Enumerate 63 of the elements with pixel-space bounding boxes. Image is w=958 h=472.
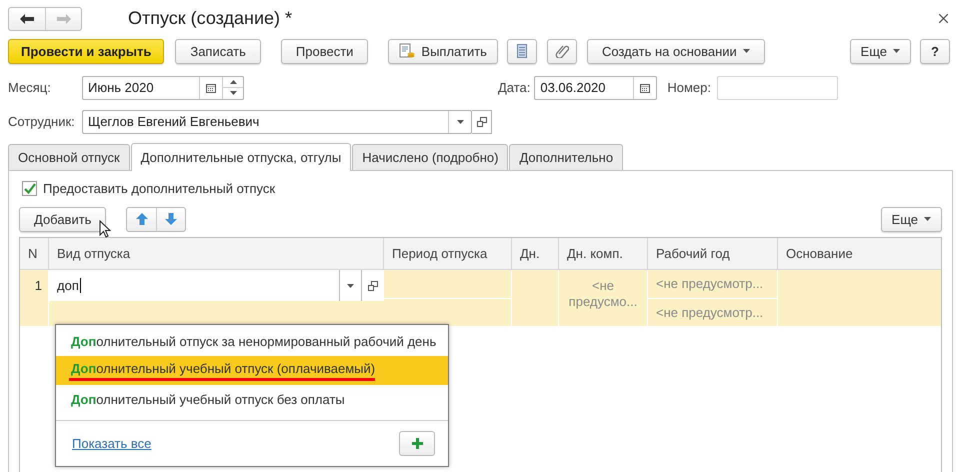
down-caret-icon [924,217,931,221]
down-caret-icon [893,49,900,53]
month-field[interactable]: Июнь 2020 [82,76,244,100]
check-icon [24,182,36,194]
attach-button[interactable] [546,38,577,64]
show-all-link[interactable]: Показать все [72,436,152,451]
tab[interactable]: Начислено (подробно) [352,144,508,170]
down-caret-icon [230,91,236,96]
column-header[interactable]: Рабочий год [648,238,778,269]
down-caret-icon [347,284,354,288]
column-header[interactable]: Дн. [512,238,559,269]
toolbar-button[interactable]: Провести [280,38,368,64]
report-button[interactable] [506,38,537,64]
table-cell: <не предусмотр... [656,276,764,292]
calendar-icon [640,82,650,92]
document-coins-icon [399,43,416,59]
calendar-icon [206,82,216,92]
help-button[interactable]: ? [920,38,950,64]
field-label: Номер: [667,80,711,95]
column-header[interactable]: Дн. комп. [559,238,648,269]
create-based-on-button[interactable]: Создать на основании [586,38,765,64]
table-cell-text: <не предусмо... [568,278,638,310]
field-label: Месяц: [8,80,52,95]
tab[interactable]: Дополнительные отпуска, отгулы [130,143,352,171]
more-button[interactable]: Еще [850,38,911,64]
down-caret-icon [742,49,750,53]
tab[interactable]: Основной отпуск [8,144,130,170]
pay-button[interactable]: Выплатить [388,38,498,64]
up-caret-icon [230,80,236,84]
add-new-button[interactable] [399,431,435,456]
more-button[interactable]: Еще [880,206,942,232]
window-title: Отпуск (создание) * [128,8,292,29]
right-arrow-icon [56,14,70,24]
number-field[interactable] [717,76,838,100]
suggestion-item[interactable]: Дополнительный учебный отпуск (оплачиваемый) [56,356,448,385]
field-label: Сотрудник: [8,114,76,129]
left-arrow-icon [20,14,34,24]
table-cell: <не предусмотр... [656,304,764,320]
checkbox[interactable] [22,180,37,196]
open-window-icon[interactable] [368,280,378,290]
down-caret-icon [456,120,464,124]
open-window-icon[interactable] [476,116,486,126]
list-icon [516,44,527,58]
checkbox-label: Предоставить дополнительный отпуск [43,180,276,196]
paperclip-icon [554,44,569,58]
column-header[interactable]: Основание [778,238,941,269]
add-button[interactable]: Добавить [19,206,106,232]
close-icon[interactable] [939,14,948,23]
field-label: Дата: [498,80,530,95]
column-header[interactable]: N [20,238,49,269]
post-and-close-button[interactable]: Провести и закрыть [8,38,164,64]
toolbar-button[interactable]: Записать [175,38,261,64]
plus-icon [412,438,422,449]
down-arrow-icon [165,213,178,225]
suggestion-item[interactable]: Дополнительный отпуск за ненормированный рабочий день [56,327,448,356]
mouse-pointer-icon [99,220,111,238]
up-arrow-icon [136,213,148,225]
date-field[interactable]: 03.06.2020 [534,76,658,100]
column-header[interactable]: Период отпуска [384,238,512,269]
employee-field[interactable]: Щеглов Евгений Евгеньевич [82,110,472,134]
suggestion-item[interactable]: Дополнительный учебный отпуск без оплаты [56,385,448,414]
tab[interactable]: Дополнительно [509,144,624,170]
column-header[interactable]: Вид отпуска [49,238,384,269]
